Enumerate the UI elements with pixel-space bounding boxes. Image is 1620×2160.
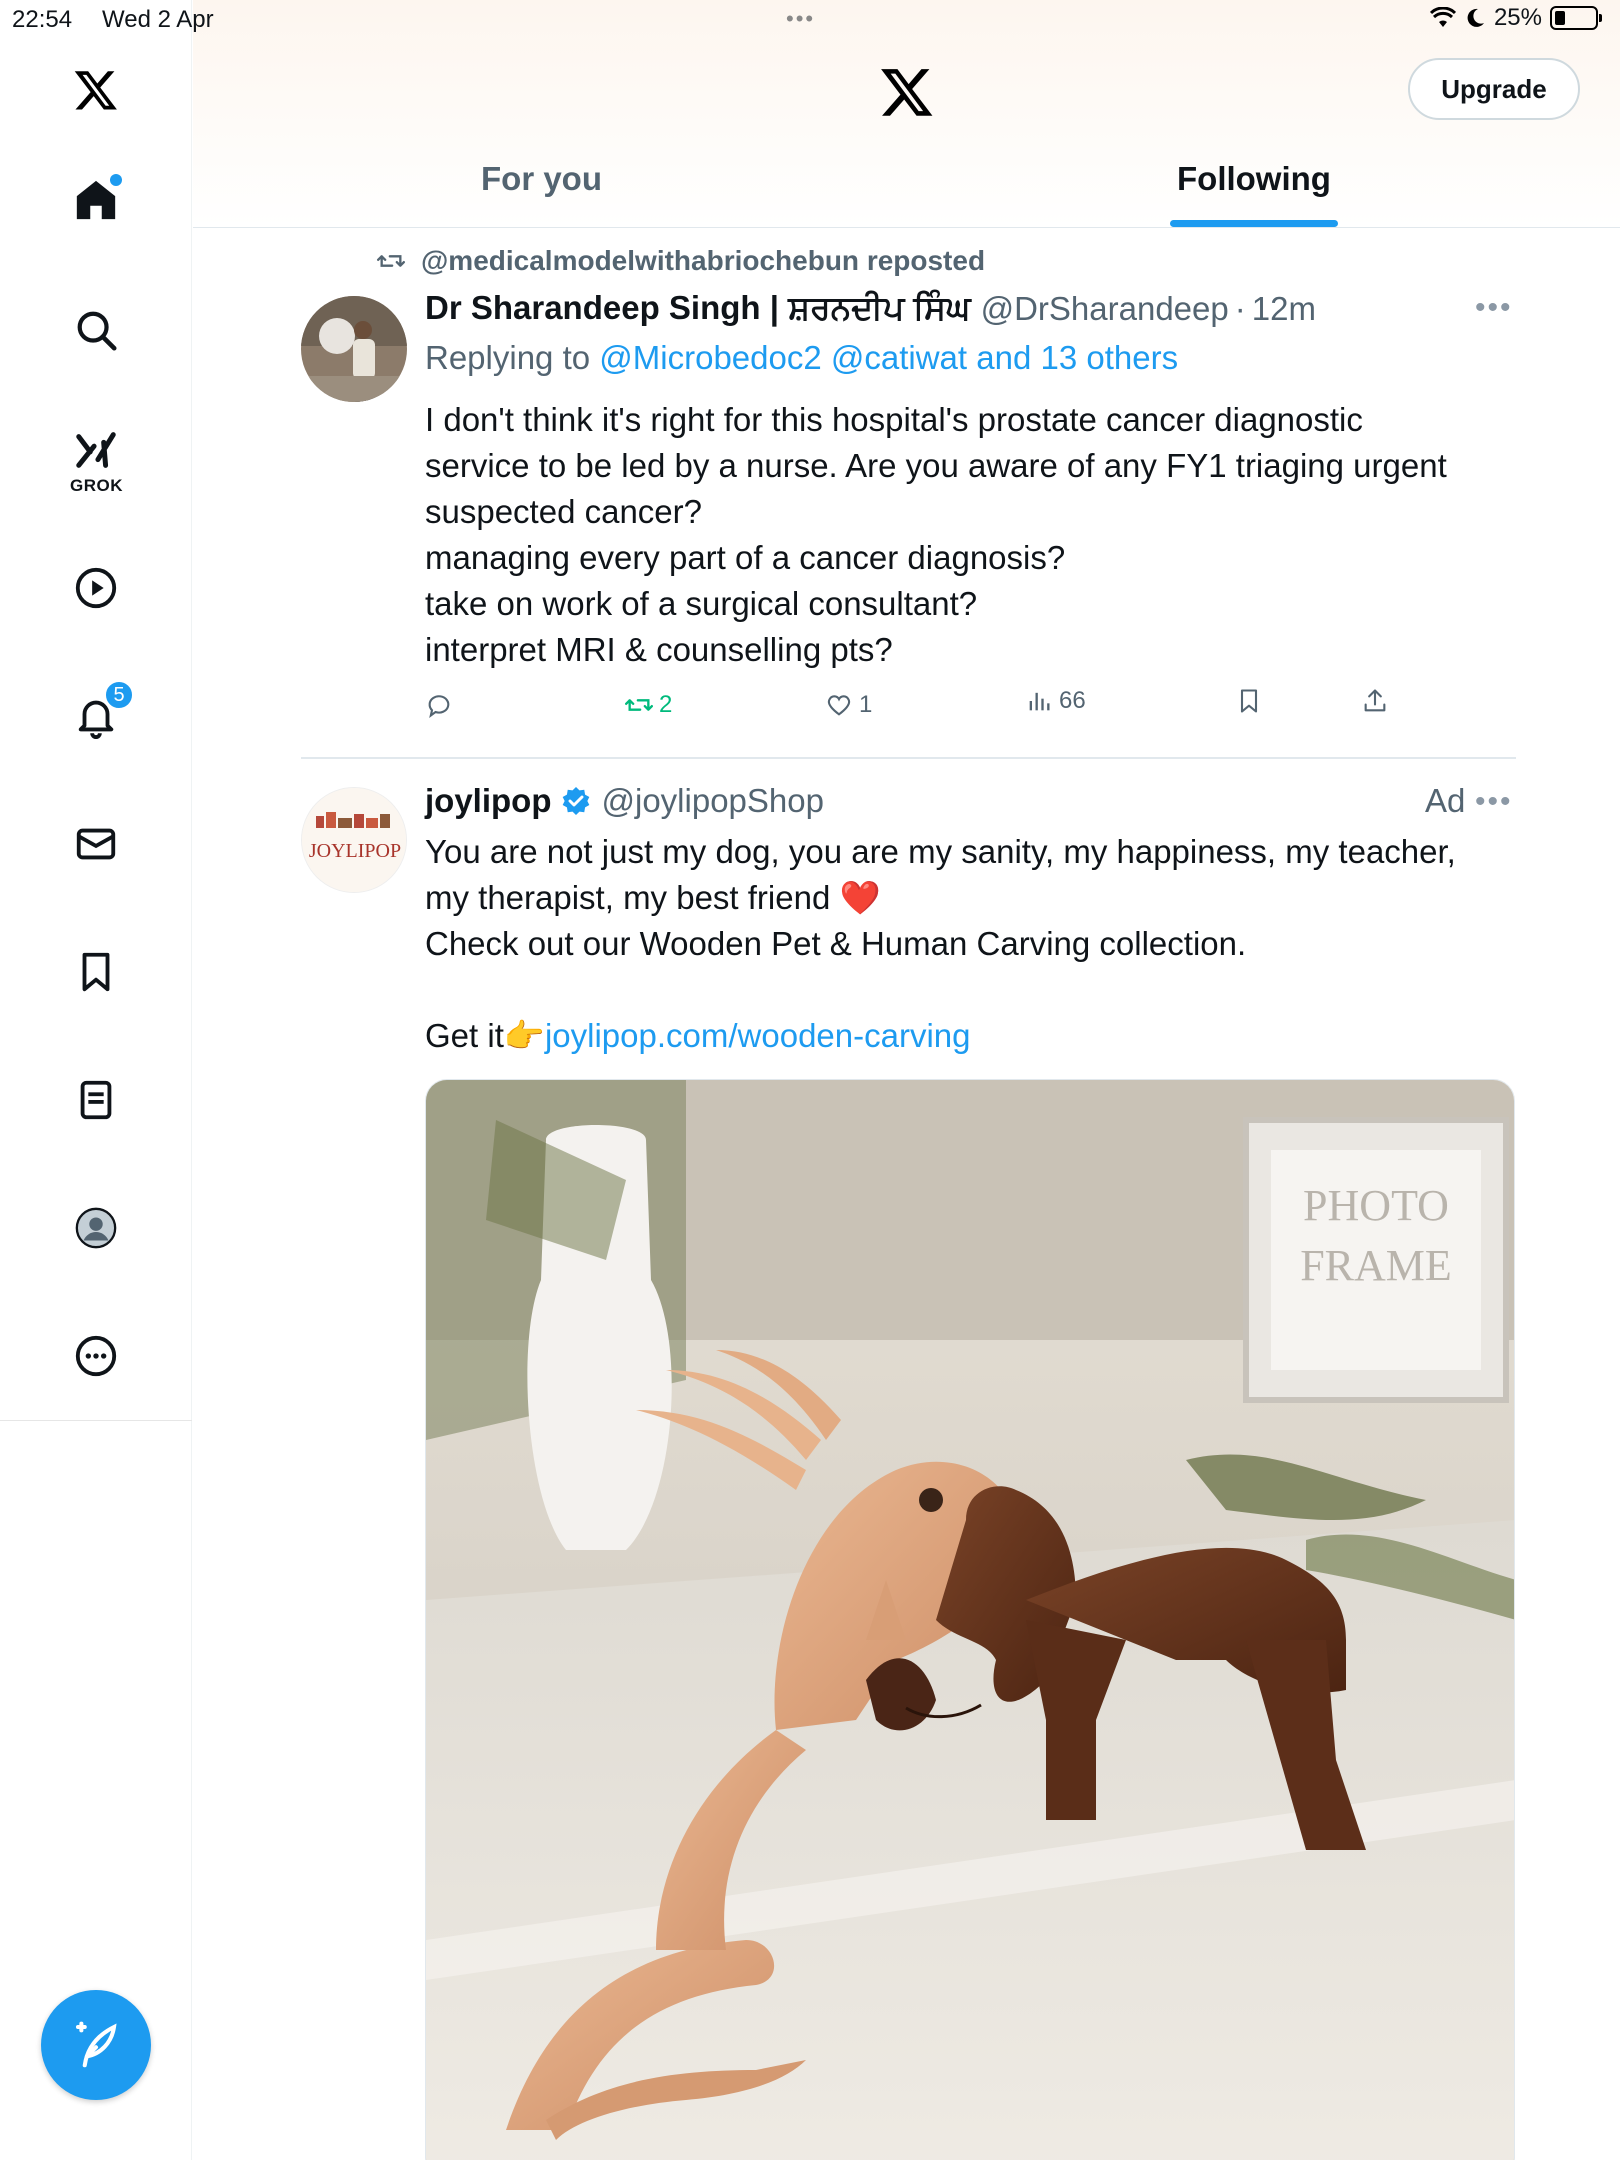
share-button[interactable] <box>1361 687 1389 715</box>
header-separator: · <box>1234 289 1246 327</box>
svg-text:FRAME: FRAME <box>1300 1241 1452 1290</box>
moon-icon <box>1467 8 1484 27</box>
bookmark-tweet-button[interactable] <box>1235 687 1263 715</box>
more-circle-icon[interactable] <box>66 1326 126 1386</box>
tweet-header: joylipop @joylipopShop <box>425 782 824 820</box>
multitask-dots-icon[interactable]: ••• <box>786 6 815 32</box>
compose-icon <box>75 2021 117 2068</box>
status-bar: 22:54 Wed 2 Apr ••• 25% <box>0 0 1620 40</box>
reply-targets-link[interactable]: @Microbedoc2 @catiwat and 13 others <box>599 339 1178 376</box>
author-handle[interactable]: @DrSharandeep <box>981 290 1229 328</box>
mail-icon[interactable] <box>66 814 126 874</box>
ad-cta-prefix: Get it👉 <box>425 1017 545 1054</box>
tweet-text-line: I don't think it's right for this hospit… <box>425 401 1363 438</box>
notifications-bell-icon[interactable]: 5 <box>66 680 134 746</box>
ad-label: Ad <box>1425 782 1466 819</box>
video-play-icon[interactable] <box>66 558 126 618</box>
sidebar-divider <box>0 1420 192 1421</box>
ad-cta-link[interactable]: joylipop.com/wooden-carving <box>545 1017 971 1054</box>
tweet-actions: 2 1 66 <box>425 687 1425 731</box>
views-count: 66 <box>1059 687 1086 714</box>
views-button[interactable]: 66 <box>1025 687 1086 715</box>
author-name[interactable]: Dr Sharandeep Singh | ਸ਼ਰਨਦੀਪ ਸਿੰਘ <box>425 289 971 328</box>
repost-count: 2 <box>659 691 673 718</box>
home-icon[interactable] <box>66 170 126 230</box>
reply-icon <box>428 695 450 719</box>
repost-button[interactable]: 2 <box>625 691 672 719</box>
advertiser-avatar[interactable]: JOYLIPOP <box>301 787 407 893</box>
tweet-divider <box>301 757 1516 759</box>
ad-text-spacer <box>425 967 1456 1013</box>
upgrade-button[interactable]: Upgrade <box>1408 58 1580 120</box>
replying-to: Replying to @Microbedoc2 @catiwat and 13… <box>425 339 1178 377</box>
reply-button[interactable] <box>425 691 459 719</box>
bookmark-icon <box>1240 689 1258 713</box>
like-count: 1 <box>859 691 873 718</box>
views-chart-icon <box>1029 692 1050 711</box>
repost-icon <box>377 255 405 267</box>
compose-button[interactable] <box>41 1990 151 2100</box>
ad-text-line: You are not just my dog, you are my sani… <box>425 833 1456 870</box>
tweet-header: Dr Sharandeep Singh | ਸ਼ਰਨਦੀਪ ਸਿੰਘ @DrSh… <box>425 289 1316 328</box>
tab-following[interactable]: Following <box>1177 160 1331 198</box>
like-button[interactable]: 1 <box>825 691 872 719</box>
more-options-icon[interactable]: ••• <box>1475 291 1513 325</box>
share-icon <box>1364 689 1386 712</box>
search-icon[interactable] <box>66 300 126 360</box>
svg-text:PHOTO: PHOTO <box>1303 1181 1449 1230</box>
advertiser-logo-text: JOYLIPOP <box>309 840 401 862</box>
tweet-text-line: service to be led by a nurse. Are you aw… <box>425 447 1447 484</box>
status-right: 25% <box>1429 4 1602 32</box>
advertiser-handle[interactable]: @joylipopShop <box>602 782 824 820</box>
verified-badge-icon <box>562 787 589 815</box>
wifi-icon <box>1429 7 1456 27</box>
ad-text-line: my therapist, my best friend ❤️ <box>425 879 881 916</box>
status-date: Wed 2 Apr <box>102 6 214 33</box>
advertiser-name[interactable]: joylipop <box>425 782 552 820</box>
profile-icon[interactable] <box>66 1198 126 1258</box>
tweet-text-line: suspected cancer? <box>425 493 703 530</box>
more-options-icon[interactable]: ••• <box>1475 785 1513 819</box>
ad-text: You are not just my dog, you are my sani… <box>425 829 1456 1059</box>
lists-icon[interactable] <box>66 1070 126 1130</box>
repost-context: @medicalmodelwithabriochebun reposted <box>375 245 985 277</box>
tweet-text-line: managing every part of a cancer diagnosi… <box>425 539 1066 576</box>
tweet-text-line: interpret MRI & counselling pts? <box>425 631 893 668</box>
tweet-text-line: take on work of a surgical consultant? <box>425 585 978 622</box>
notification-badge: 5 <box>104 680 134 710</box>
author-avatar[interactable] <box>301 296 407 402</box>
grok-icon[interactable] <box>66 420 126 480</box>
tweet-time[interactable]: 12m <box>1252 290 1316 328</box>
tweet-text: I don't think it's right for this hospit… <box>425 397 1447 673</box>
tab-for-you[interactable]: For you <box>481 160 602 198</box>
x-logo-icon[interactable] <box>66 60 126 120</box>
x-logo-header-icon[interactable] <box>879 64 935 120</box>
ad-media-image[interactable]: PHOTO FRAME <box>425 1079 1515 2160</box>
ad-cta-line: Get it👉joylipop.com/wooden-carving <box>425 1013 1456 1059</box>
active-tab-indicator <box>1170 220 1338 227</box>
replying-to-label: Replying to <box>425 339 591 376</box>
ad-text-line: Check out our Wooden Pet & Human Carving… <box>425 925 1247 962</box>
battery-percent: 25% <box>1493 4 1542 31</box>
status-time: 22:54 <box>12 6 73 33</box>
bookmark-icon[interactable] <box>66 942 126 1002</box>
repost-label[interactable]: @medicalmodelwithabriochebun reposted <box>421 245 985 277</box>
grok-label: GROK <box>70 476 123 495</box>
battery-icon <box>1550 6 1602 30</box>
battery-fill <box>1555 11 1565 25</box>
heart-icon <box>827 695 851 716</box>
home-unread-dot <box>110 174 122 186</box>
repost-icon <box>625 699 653 711</box>
sidebar: GROK 5 <box>0 0 192 2160</box>
